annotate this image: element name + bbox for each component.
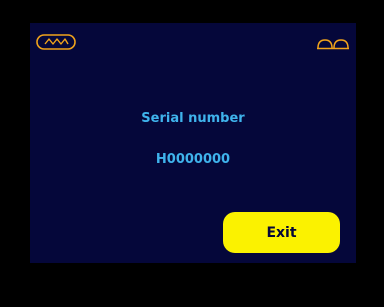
serial-number-value: H0000000	[155, 152, 231, 167]
serial-number-label: Serial number	[141, 111, 245, 126]
display-screen: Serial number H0000000 Exit	[30, 23, 356, 263]
wave-icon	[36, 34, 76, 54]
exit-button[interactable]: Exit	[223, 212, 340, 253]
glasses-icon	[316, 35, 350, 54]
